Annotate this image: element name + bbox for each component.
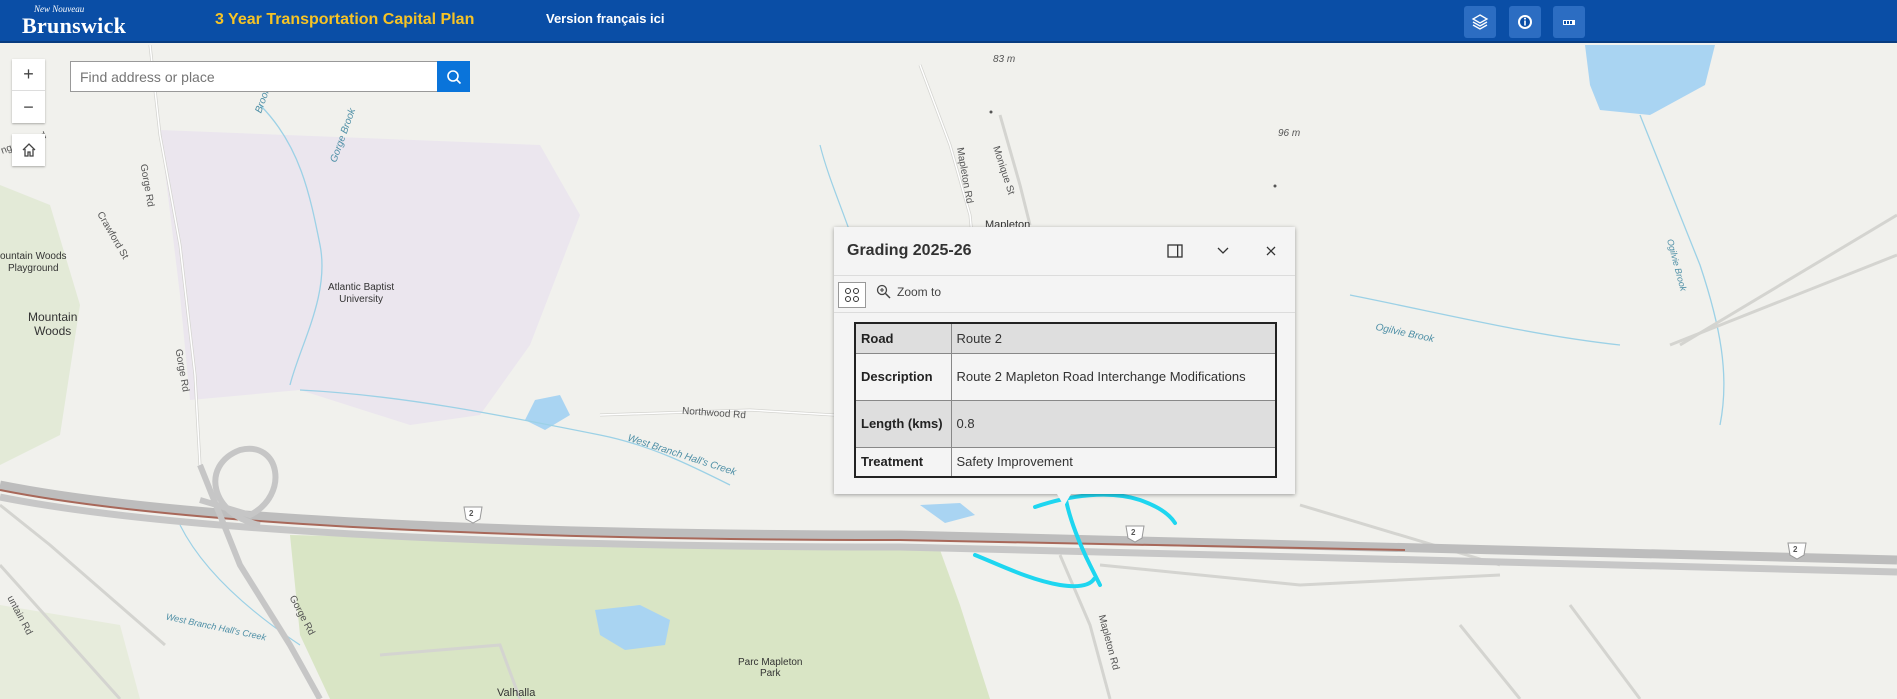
elevation-label: 83 m <box>993 54 1016 65</box>
search-icon <box>446 69 461 84</box>
divider <box>834 312 1295 313</box>
table-row: Road Route 2 <box>854 322 1277 354</box>
legend-icon <box>1563 20 1575 25</box>
layers-icon <box>1471 14 1489 30</box>
place-label: Mountain Woods <box>28 310 78 338</box>
home-button[interactable] <box>12 134 45 166</box>
zoom-to-label: Zoom to <box>897 284 942 299</box>
route-shield-label: 2 <box>1793 545 1798 554</box>
table-row: Length (kms) 0.8 <box>854 399 1277 448</box>
home-icon <box>22 143 35 157</box>
attribute-key: Road <box>854 322 952 354</box>
french-version-link[interactable]: Version français ici <box>546 11 665 26</box>
feature-popup: Grading 2025-26 Zoom to Road Route 2 Des… <box>834 227 1295 494</box>
close-icon <box>1266 246 1276 256</box>
info-icon <box>1518 15 1532 29</box>
table-row: Description Route 2 Mapleton Road Interc… <box>854 352 1277 401</box>
place-label: Valhalla <box>497 687 536 699</box>
zoom-control: + − <box>12 59 45 123</box>
attribute-value: Route 2 <box>950 322 1277 354</box>
attribute-value: 0.8 <box>950 399 1277 448</box>
popup-title: Grading 2025-26 <box>847 242 972 259</box>
search-button[interactable] <box>437 61 470 92</box>
table-row: Treatment Safety Improvement <box>854 446 1277 478</box>
popup-pointer <box>1057 494 1071 506</box>
nb-logo[interactable]: New Nouveau Brunswick <box>20 2 127 38</box>
search-input[interactable] <box>71 62 437 91</box>
layers-button[interactable] <box>1464 6 1496 38</box>
zoom-out-button[interactable]: − <box>12 91 45 123</box>
attribute-table: Road Route 2 Description Route 2 Mapleto… <box>854 322 1277 478</box>
dock-button[interactable] <box>1164 240 1186 262</box>
close-button[interactable] <box>1260 240 1282 262</box>
zoom-in-button[interactable]: + <box>12 59 45 91</box>
chevron-down-icon <box>1217 247 1229 254</box>
route-shield-label: 2 <box>469 509 474 518</box>
attribute-value: Safety Improvement <box>950 446 1277 478</box>
legend-button[interactable] <box>1553 6 1585 38</box>
zoom-to-button[interactable]: Zoom to <box>876 284 941 299</box>
search-box <box>70 61 438 92</box>
place-label: Atlantic Baptist University <box>328 282 395 305</box>
collapse-button[interactable] <box>1212 240 1234 262</box>
attribute-key: Description <box>854 352 952 401</box>
info-button[interactable] <box>1509 6 1541 38</box>
attribute-key: Treatment <box>854 446 952 478</box>
grid-icon <box>845 288 859 302</box>
logo-big-text: Brunswick <box>22 13 127 38</box>
dock-icon <box>1167 244 1183 258</box>
attribute-value: Route 2 Mapleton Road Interchange Modifi… <box>950 352 1277 401</box>
app-title: 3 Year Transportation Capital Plan <box>215 11 475 28</box>
attribute-key: Length (kms) <box>854 399 952 448</box>
actions-menu-button[interactable] <box>838 282 866 308</box>
elevation-label: 96 m <box>1278 128 1301 139</box>
divider <box>834 275 1295 276</box>
zoom-in-icon <box>876 284 891 299</box>
app-header: New Nouveau Brunswick 3 Year Transportat… <box>0 0 1897 43</box>
place-label: ountain Woods Playground <box>0 251 67 274</box>
place-label: Parc Mapleton Park <box>738 657 803 679</box>
route-shield-label: 2 <box>1131 528 1136 537</box>
